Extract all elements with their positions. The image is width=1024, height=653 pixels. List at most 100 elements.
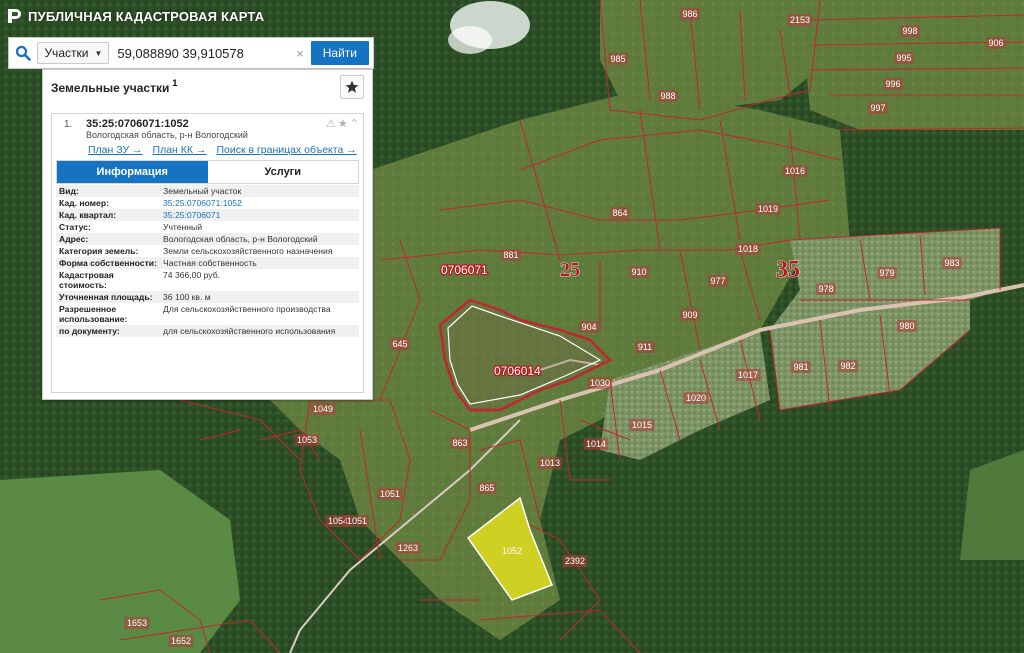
parcel-number-1052: 1052	[502, 546, 522, 556]
row-key: Адрес:	[56, 233, 160, 245]
warning-icon[interactable]: ⚠	[326, 117, 336, 130]
row-key: Разрешенное использование:	[59, 304, 128, 324]
table-row: Кад. квартал: 35:25:0706071	[56, 209, 359, 221]
card-address: Вологодская область, р-н Вологодский	[86, 130, 248, 140]
table-row: Вид: Земельный участок	[56, 185, 359, 197]
card-tabs: Информация Услуги	[56, 160, 359, 184]
tab-info[interactable]: Информация	[57, 161, 208, 183]
parcel-number-910: 910	[631, 267, 646, 277]
find-button[interactable]: Найти	[310, 41, 369, 65]
row-value: Земельный участок	[160, 185, 359, 197]
table-row: Адрес: Вологодская область, р-н Вологодск…	[56, 233, 359, 245]
tab-services[interactable]: Услуги	[207, 161, 358, 183]
favorite-button[interactable]	[340, 75, 364, 99]
link-search-within[interactable]: Поиск в границах объекта →	[216, 144, 356, 156]
parcel-number-985: 985	[610, 54, 625, 64]
table-row: Форма собственности: Частная собственност…	[56, 257, 359, 269]
parcel-number-983: 983	[944, 258, 959, 268]
card-index: 1.	[64, 119, 73, 130]
table-row: Разрешенное использование: Для сельскохоз…	[56, 303, 359, 325]
parcel-number-909: 909	[682, 310, 697, 320]
parcel-number-977: 977	[710, 276, 725, 286]
parcel-number-863: 863	[452, 438, 467, 448]
parcel-number-998: 998	[902, 26, 917, 36]
star-icon	[345, 80, 359, 93]
row-key: Кад. номер:	[59, 198, 109, 208]
row-key: Категория земель:	[59, 246, 139, 256]
row-value-link[interactable]: 35:25:0706071:1052	[160, 197, 359, 209]
row-value: 36 100 кв. м	[160, 291, 359, 303]
quarter-label-35: 35	[776, 257, 800, 283]
parcel-number-986: 986	[682, 9, 697, 19]
row-key: по документу:	[56, 325, 160, 337]
parcel-number-979: 979	[879, 268, 894, 278]
panel-header: Земельные участки 1	[43, 70, 372, 106]
block-label-0706071: 0706071	[441, 263, 488, 277]
parcel-number-2392: 2392	[565, 556, 585, 566]
table-row: Уточненная площадь: 36 100 кв. м	[56, 291, 359, 303]
parcel-number-996: 996	[885, 79, 900, 89]
parcel-number-911: 911	[638, 342, 652, 352]
quarter-label-25: 25	[560, 259, 580, 281]
parcel-number-1051: 1051	[380, 489, 400, 499]
parcel-number-864: 864	[612, 208, 627, 218]
row-value: Земли сельскохозяйственного назначения	[163, 246, 333, 256]
row-value-link[interactable]: 35:25:0706071	[160, 209, 359, 221]
parcel-number-865: 865	[479, 483, 494, 493]
parcel-number-906: 906	[988, 38, 1003, 48]
parcel-number-1053: 1053	[297, 435, 317, 445]
parcel-number-988: 988	[660, 91, 675, 101]
row-key: Уточненная площадь:	[56, 291, 160, 303]
parcel-number-1019: 1019	[758, 204, 778, 214]
table-row: Кад. номер: 35:25:0706071:1052	[56, 197, 359, 209]
row-value: Для сельскохозяйственного производства	[163, 304, 331, 314]
parcel-number-1049: 1049	[313, 404, 333, 414]
table-row: по документу: для сельскохозяйственного и…	[56, 325, 359, 337]
app-title: ПУБЛИЧНАЯ КАДАСТРОВАЯ КАРТА	[28, 8, 265, 24]
parcel-number-1263: 1263	[398, 543, 418, 553]
parcel-number-904: 904	[581, 322, 596, 332]
table-row: Статус: Учтенный	[56, 221, 359, 233]
search-type-label: Участки	[44, 46, 89, 60]
row-value: Вологодская область, р-н Вологодский	[160, 233, 359, 245]
search-bar: Участки ▼ × Найти	[8, 37, 374, 69]
block-label-0706014: 0706014	[494, 364, 541, 378]
parcel-number-1013: 1013	[540, 458, 560, 468]
clear-icon[interactable]: ×	[293, 46, 306, 61]
parcel-number-1016: 1016	[785, 166, 805, 176]
row-value: 74 366,00 руб.	[163, 270, 221, 280]
info-table: Вид: Земельный участок Кад. номер: 35:25:0…	[56, 185, 359, 337]
chevron-down-icon: ▼	[94, 48, 103, 58]
parcel-number-881: 881	[503, 250, 518, 260]
parcel-number-995: 995	[896, 53, 911, 63]
row-key: Статус:	[59, 222, 91, 232]
parcel-number-1030: 1030	[590, 378, 610, 388]
search-type-dropdown[interactable]: Участки ▼	[37, 42, 110, 64]
parcel-number-981: 981	[793, 362, 808, 372]
table-row: Кадастровая стоимость: 74 366,00 руб.	[56, 269, 359, 291]
link-plan-zu[interactable]: План ЗУ →	[88, 144, 143, 156]
parcel-card: 1. 35:25:0706071:1052 Вологодская област…	[51, 113, 364, 393]
star-icon[interactable]: ★	[338, 117, 348, 130]
chevron-up-icon[interactable]: ⌃	[350, 117, 359, 130]
parcel-number-2153: 2153	[790, 15, 810, 25]
parcel-number-997: 997	[870, 103, 885, 113]
parcel-number-1653: 1653	[127, 618, 147, 628]
result-count: 1	[172, 78, 178, 88]
parcel-number-645: 645	[392, 339, 407, 349]
row-value: Частная собственность	[160, 257, 359, 269]
link-plan-kk[interactable]: План КК →	[153, 144, 207, 156]
rosreestr-logo-icon	[8, 9, 21, 23]
row-value: для сельскохозяйственного использования	[160, 325, 359, 337]
row-value: Учтенный	[163, 222, 203, 232]
parcel-number-1051: 1051	[347, 516, 367, 526]
search-icon[interactable]	[9, 38, 37, 68]
app-header: ПУБЛИЧНАЯ КАДАСТРОВАЯ КАРТА	[0, 0, 330, 32]
parcel-number-1652: 1652	[171, 636, 191, 646]
parcel-number-1014: 1014	[586, 439, 606, 449]
parcel-number-1020: 1020	[686, 393, 706, 403]
panel-title: Земельные участки	[51, 81, 170, 95]
cloud	[448, 26, 492, 54]
row-key: Кадастровая стоимость:	[59, 270, 114, 290]
search-input[interactable]	[113, 41, 294, 65]
